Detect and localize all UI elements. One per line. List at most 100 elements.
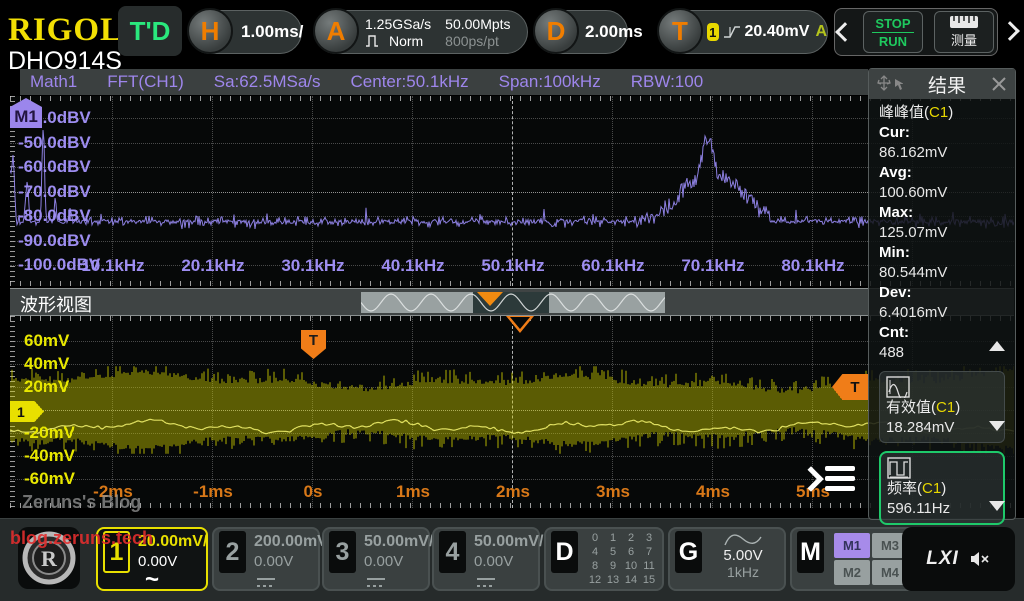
channel-2-button[interactable]: 2 200.00mV/ 0.00V	[212, 527, 320, 591]
wave-x-label: 3ms	[596, 482, 630, 502]
math-info-bar[interactable]: Math1 FFT(CH1) Sa:62.5MSa/s Center:50.1k…	[20, 69, 868, 95]
delay-key-icon[interactable]: D	[533, 8, 579, 54]
fft-y-label: -80.0dBV	[18, 206, 91, 226]
trigger-sweep-mode: A	[815, 23, 827, 41]
digital-channel-number: 13	[604, 574, 622, 587]
ac-coupling-icon: ~	[145, 572, 159, 588]
dc-coupling-icon	[477, 578, 495, 588]
digital-channel-number: 1	[604, 532, 622, 545]
delay-button[interactable]: D 2.00ms	[534, 10, 628, 54]
svg-text:R: R	[41, 546, 58, 571]
rms-title: 有效值(C1)	[886, 398, 998, 418]
measure-button[interactable]: 测量	[934, 11, 994, 53]
acquire-button[interactable]: A 1.25GSa/s 50.00Mpts Norm 800ps/pt	[314, 10, 528, 54]
result-row-label: Dev:	[879, 283, 1005, 303]
result-row-value: 125.07mV	[879, 223, 1005, 243]
acquire-mode: Norm	[389, 33, 423, 49]
results-panel-header[interactable]: 结果	[869, 69, 1015, 99]
model-name: DHO914S	[8, 47, 122, 76]
scroll-down-icon[interactable]	[989, 421, 1005, 431]
channel-2-scale: 200.00mV/	[254, 533, 332, 551]
waveform-view-title: 波形视图	[20, 291, 92, 317]
horizontal-scale-button[interactable]: H 1.00ms/	[188, 10, 302, 54]
trigger-status-badge[interactable]: T'D	[118, 6, 182, 56]
wave-y-label: 20mV	[24, 377, 69, 397]
trigger-button[interactable]: T 1 20.40mV A	[658, 10, 828, 54]
math-slot-m2[interactable]: M2	[834, 560, 870, 585]
waveform-chart[interactable]: T T 1 60mV40mV20mV-20mV-40mV-60mV-2ms-1m…	[10, 316, 1014, 508]
channel-3-button[interactable]: 3 50.00mV/ 0.00V	[322, 527, 430, 591]
horizontal-key-icon[interactable]: H	[187, 8, 233, 54]
speaker-icon[interactable]	[969, 549, 991, 569]
results-panel[interactable]: 结果 峰峰值(C1) Cur:86.162mVAvg:100.60mVMax:1…	[868, 68, 1016, 520]
digital-channel-number: 3	[640, 532, 658, 545]
frequency-value: 596.11Hz	[887, 499, 997, 519]
math-sample-rate: Sa:62.5MSa/s	[214, 72, 321, 92]
fft-x-label: 70.1kHz	[681, 256, 744, 276]
digital-channel-number: 8	[586, 560, 604, 573]
hamburger-icon	[825, 466, 855, 491]
channel-4-scale: 50.00mV/	[474, 533, 543, 551]
close-icon[interactable]	[991, 76, 1007, 92]
wave-y-label: -20mV	[24, 423, 75, 443]
toolbar-nav-group: STOP RUN 测量	[834, 8, 998, 56]
wave-x-label: 4ms	[696, 482, 730, 502]
generator-amplitude: 5.00V	[723, 547, 762, 564]
waveform-navigator[interactable]	[361, 292, 665, 313]
acquire-key-icon[interactable]: A	[313, 8, 359, 54]
sine-icon	[724, 531, 762, 547]
math-slot-m1[interactable]: M1	[834, 533, 870, 558]
rms-value: 18.284mV	[886, 418, 998, 438]
menu-chevron-icon	[798, 466, 823, 491]
scroll-down2-icon[interactable]	[989, 501, 1005, 511]
fft-x-label: 30.1kHz	[281, 256, 344, 276]
math-button[interactable]: M M1M3M2M4	[790, 527, 916, 591]
channel-4-button[interactable]: 4 50.00mV/ 0.00V	[432, 527, 540, 591]
fft-y-label: -50.0dBV	[18, 133, 91, 153]
expand-reference-marker[interactable]	[506, 316, 534, 333]
generator-button[interactable]: G 5.00V 1kHz	[668, 527, 786, 591]
frequency-measurement-item[interactable]: 频率(C1) 596.11Hz	[879, 451, 1005, 525]
fft-chart[interactable]: M1 -40.0dBV-50.0dBV-60.0dBV-70.0dBV-80.0…	[10, 96, 1014, 286]
math-slot-grid: M1M3M2M4	[834, 533, 908, 585]
channel-2-badge: 2	[219, 531, 246, 573]
stop-run-button[interactable]: STOP RUN	[863, 11, 923, 53]
digital-channels-button[interactable]: D 0123456789101112131415	[544, 527, 664, 591]
quick-menu-button[interactable]	[802, 466, 855, 491]
trigger-source-badge: 1	[707, 23, 719, 41]
digital-channel-number: 0	[586, 532, 604, 545]
channel-4-badge: 4	[439, 531, 466, 573]
navigator-wave	[361, 292, 665, 313]
fft-x-label: 50.1kHz	[481, 256, 544, 276]
wave-x-label: 0s	[304, 482, 323, 502]
result-row-label: Avg:	[879, 163, 1005, 183]
rms-measurement-item[interactable]: 有效值(C1) 18.284mV	[879, 371, 1005, 443]
navigator-position-marker[interactable]	[477, 292, 503, 306]
fft-x-label: 20.1kHz	[181, 256, 244, 276]
watermark-blog-url: blog.zeruns.tech	[10, 528, 153, 549]
lxi-label: LXI	[926, 548, 959, 570]
trigger-key-icon[interactable]: T	[657, 8, 703, 54]
chevron-left-icon[interactable]	[835, 22, 855, 42]
scroll-up-icon[interactable]	[989, 341, 1005, 351]
digital-channel-number: 10	[622, 560, 640, 573]
dc-coupling-icon	[367, 578, 385, 588]
drag-handle-icon[interactable]	[877, 75, 903, 93]
waveform-view-header: 波形视图	[10, 288, 1014, 316]
math-badge: M	[797, 531, 824, 573]
digital-channel-number: 12	[586, 574, 604, 587]
fft-y-label: -60.0dBV	[18, 157, 91, 177]
digital-channel-number: 5	[604, 546, 622, 559]
lxi-status[interactable]: LXI	[902, 527, 1015, 591]
rms-icon	[886, 376, 998, 398]
generator-frequency: 1kHz	[727, 564, 759, 580]
chevron-right-icon[interactable]	[1000, 21, 1020, 41]
ruler-icon	[949, 15, 979, 29]
fft-span: Span:100kHz	[499, 72, 601, 92]
bottom-status-bar: R 1 20.00mV/ 0.00V ~ 2 200.00mV/ 0.00V 3…	[0, 518, 1024, 601]
channel-3-scale: 50.00mV/	[364, 533, 433, 551]
measurement-rows: Cur:86.162mVAvg:100.60mVMax:125.07mVMin:…	[879, 123, 1005, 363]
sample-resolution: 800ps/pt	[445, 33, 510, 49]
horizontal-scale-value: 1.00ms/	[241, 22, 303, 42]
wave-x-label: 2ms	[496, 482, 530, 502]
